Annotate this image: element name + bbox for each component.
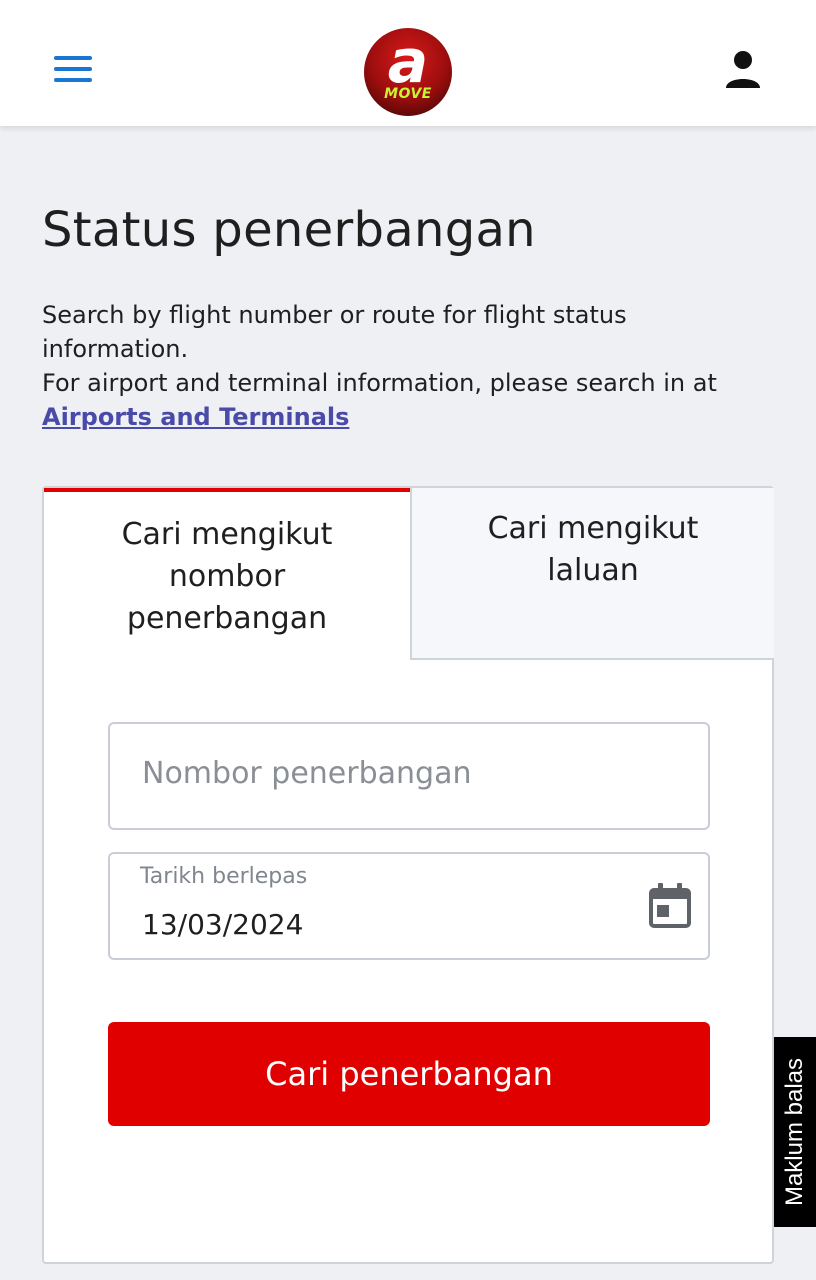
tab-label: Cari mengikut nombor penerbangan bbox=[121, 517, 333, 636]
departure-date-label: Tarikh berlepas bbox=[140, 864, 308, 889]
hamburger-menu-icon[interactable] bbox=[46, 46, 102, 92]
description-line-2: For airport and terminal information, pl… bbox=[42, 369, 717, 397]
flight-number-input[interactable]: Nombor penerbangan bbox=[108, 722, 710, 830]
airports-terminals-link[interactable]: Airports and Terminals bbox=[42, 403, 349, 431]
search-flights-button[interactable]: Cari penerbangan bbox=[108, 1022, 710, 1126]
page-description: Search by flight number or route for fli… bbox=[42, 298, 774, 434]
page-title: Status penerbangan bbox=[42, 202, 536, 258]
logo-text: MOVE bbox=[384, 86, 432, 102]
tab-route[interactable]: Cari mengikut laluan bbox=[410, 488, 774, 660]
menu-bar bbox=[54, 67, 92, 71]
menu-bar bbox=[54, 78, 92, 82]
flight-number-placeholder: Nombor penerbangan bbox=[142, 756, 472, 791]
user-icon[interactable] bbox=[718, 46, 768, 92]
calendar-icon[interactable] bbox=[648, 882, 692, 930]
tab-label: Cari mengikut laluan bbox=[487, 511, 699, 588]
logo-letter: a bbox=[387, 28, 429, 97]
description-line-1: Search by flight number or route for fli… bbox=[42, 301, 627, 363]
top-header: a MOVE bbox=[0, 0, 816, 126]
airasia-move-logo[interactable]: a MOVE bbox=[364, 28, 452, 116]
feedback-label: Maklum balas bbox=[781, 1057, 808, 1207]
flight-search-card: Cari mengikut nombor penerbangan Cari me… bbox=[42, 486, 774, 1264]
feedback-tab[interactable]: Maklum balas bbox=[774, 1037, 816, 1227]
departure-date-field[interactable]: Tarikh berlepas 13/03/2024 bbox=[108, 852, 710, 960]
departure-date-value: 13/03/2024 bbox=[142, 908, 304, 941]
tab-flight-number[interactable]: Cari mengikut nombor penerbangan bbox=[44, 488, 410, 658]
menu-bar bbox=[54, 56, 92, 60]
